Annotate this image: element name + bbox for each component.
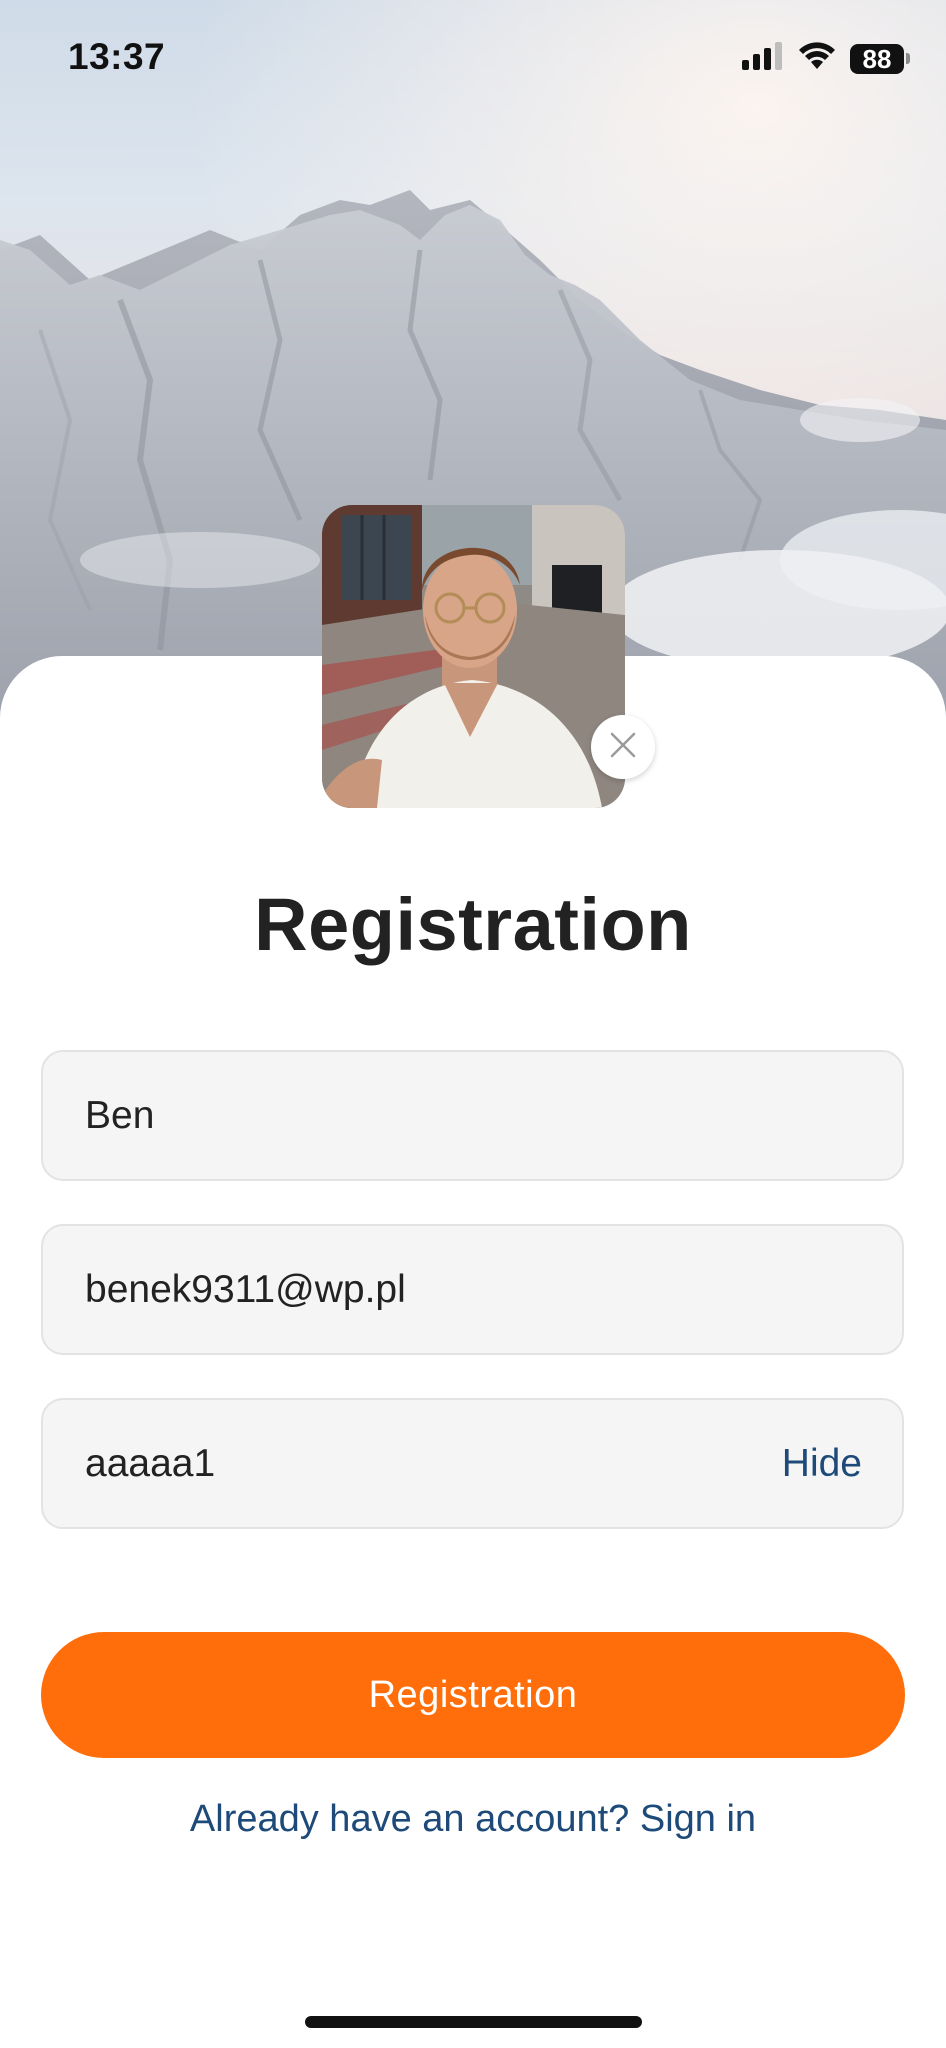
- cellular-signal-icon: [742, 42, 784, 75]
- battery-level: 88: [850, 43, 904, 74]
- page-title: Registration: [254, 883, 692, 966]
- status-icons: 88: [742, 42, 910, 75]
- registration-button[interactable]: Registration: [41, 1632, 905, 1758]
- home-indicator: [305, 2016, 642, 2028]
- status-bar: 13:37 88: [0, 0, 946, 120]
- registration-screen: 13:37 88 Registration Ben benek9311@wp.p…: [0, 0, 946, 2048]
- battery-icon: 88: [850, 43, 910, 74]
- name-input[interactable]: [85, 1093, 862, 1138]
- name-field[interactable]: [41, 1050, 904, 1181]
- password-input[interactable]: [85, 1441, 766, 1486]
- password-visibility-toggle[interactable]: Hide: [782, 1442, 862, 1486]
- profile-photo[interactable]: [322, 505, 625, 808]
- close-icon: [608, 730, 638, 765]
- sign-in-link[interactable]: Already have an account? Sign in: [0, 1798, 946, 1841]
- status-time: 13:37: [68, 36, 166, 77]
- battery-cap: [906, 53, 910, 64]
- password-field[interactable]: Hide: [41, 1398, 904, 1529]
- email-field[interactable]: [41, 1224, 904, 1355]
- email-input[interactable]: [85, 1267, 862, 1312]
- remove-photo-button[interactable]: [591, 715, 655, 779]
- wifi-icon: [798, 42, 836, 75]
